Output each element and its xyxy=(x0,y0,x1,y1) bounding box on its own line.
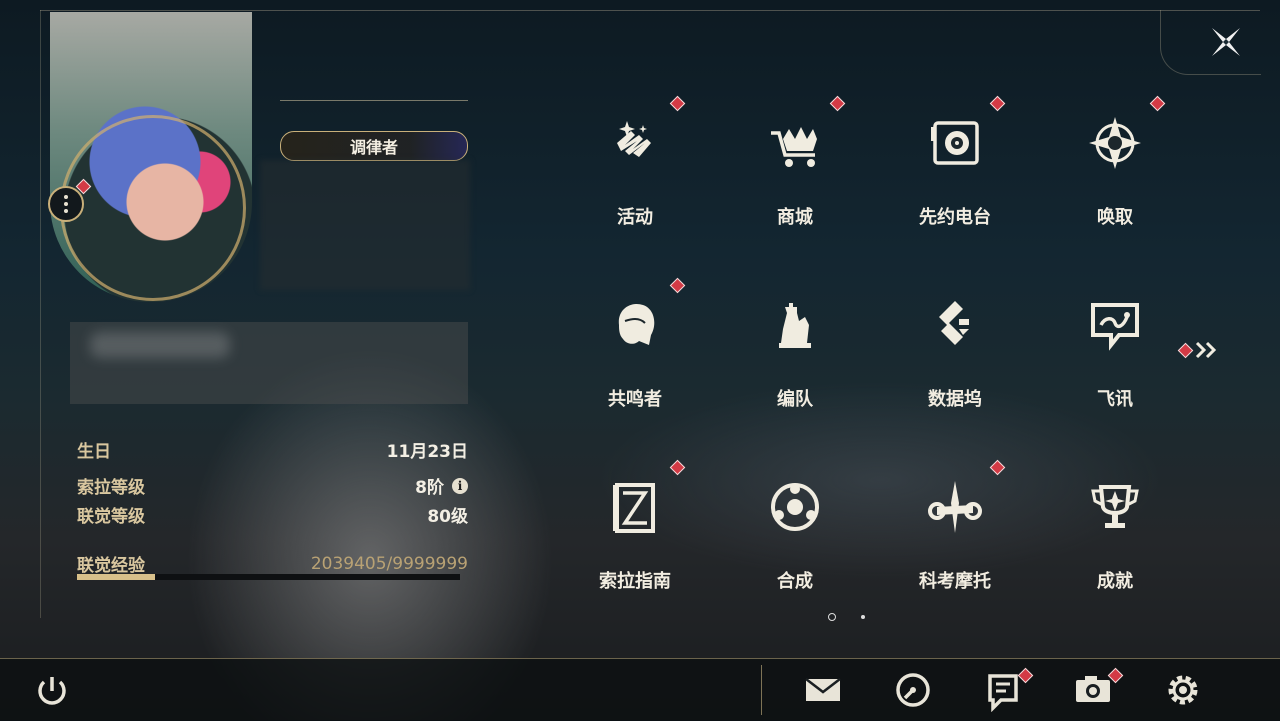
hidden-name-area xyxy=(260,160,470,290)
stat-value: 2039405/9999999 xyxy=(310,553,468,574)
settings-gear-icon xyxy=(1168,675,1198,705)
menu-label: 数据坞 xyxy=(928,389,982,410)
mail-button[interactable] xyxy=(801,668,845,712)
menu-item-message[interactable]: 飞讯 xyxy=(1035,277,1195,459)
menu-item-achievement[interactable]: 成就 xyxy=(1035,459,1195,641)
stat-label: 生日 xyxy=(77,442,111,462)
radio-icon xyxy=(931,121,979,165)
page-indicator-active[interactable] xyxy=(828,613,836,621)
menu-label: 科考摩托 xyxy=(919,571,991,592)
stat-value: 8阶 xyxy=(415,478,444,498)
role-label: 调律者 xyxy=(349,138,398,157)
power-button[interactable] xyxy=(30,669,74,713)
menu-item-resonator[interactable]: 共鸣者 xyxy=(555,277,715,459)
stat-union-level: 联觉等级 80级 xyxy=(77,502,468,527)
badge-dot xyxy=(989,459,1006,476)
role-badge: 调律者 xyxy=(280,131,468,161)
menu-item-convene[interactable]: 唤取 xyxy=(1035,95,1195,277)
stat-value-wrap: 8阶 i xyxy=(415,473,468,498)
events-clock-button[interactable] xyxy=(891,668,935,712)
next-page-button[interactable] xyxy=(1177,340,1221,360)
notice-button[interactable] xyxy=(981,667,1034,713)
menu-label: 共鸣者 xyxy=(608,389,662,410)
frame-left-line xyxy=(40,10,41,618)
exp-progress-bar xyxy=(77,574,460,580)
message-icon xyxy=(1091,303,1139,351)
stat-sol-rank: 索拉等级 8阶 i xyxy=(77,473,468,498)
event-icon xyxy=(617,121,651,157)
clock-icon xyxy=(896,673,930,707)
menu-grid: 活动 商城 先约电台 唤取 共鸣者 编队 数据坞 飞讯 索拉指南 合成 科考摩托… xyxy=(555,95,1195,641)
badge-dot xyxy=(1177,342,1194,358)
close-button[interactable] xyxy=(1206,22,1246,62)
frame-top-line xyxy=(40,10,1260,11)
camera-button[interactable] xyxy=(1071,667,1124,712)
resonator-icon xyxy=(618,303,655,345)
motorcycle-icon xyxy=(928,481,982,533)
shop-crown-icon xyxy=(771,127,817,167)
menu-item-data-dock[interactable]: 数据坞 xyxy=(875,277,1035,459)
synthesis-icon xyxy=(771,483,819,531)
convene-star-icon xyxy=(1089,117,1141,169)
menu-label: 先约电台 xyxy=(919,207,991,228)
menu-item-motorcycle[interactable]: 科考摩托 xyxy=(875,459,1035,641)
badge-dot xyxy=(989,95,1006,112)
double-chevron-right-icon xyxy=(1195,341,1217,359)
menu-item-radio[interactable]: 先约电台 xyxy=(875,95,1035,277)
badge-dot xyxy=(829,95,846,112)
menu-label: 索拉指南 xyxy=(599,571,671,592)
chess-team-icon xyxy=(779,303,811,348)
stat-birthday: 生日 11月23日 xyxy=(77,437,468,462)
data-dock-icon xyxy=(939,301,969,345)
page-indicator[interactable] xyxy=(861,615,865,619)
menu-item-event[interactable]: 活动 xyxy=(555,95,715,277)
badge-dot xyxy=(669,95,686,112)
stat-union-exp: 联觉经验 2039405/9999999 xyxy=(77,551,468,577)
exp-progress-fill xyxy=(77,574,156,580)
stat-value: 11月23日 xyxy=(386,442,468,462)
badge-dot xyxy=(1149,95,1166,112)
menu-item-guide[interactable]: 索拉指南 xyxy=(555,459,715,641)
menu-label: 合成 xyxy=(777,571,813,592)
menu-label: 编队 xyxy=(777,389,813,410)
menu-item-team[interactable]: 编队 xyxy=(715,277,875,459)
menu-label: 成就 xyxy=(1097,571,1133,592)
badge-dot xyxy=(669,459,686,476)
menu-item-synthesis[interactable]: 合成 xyxy=(715,459,875,641)
menu-label: 活动 xyxy=(617,207,653,228)
guide-book-icon xyxy=(613,483,655,533)
stat-label: 索拉等级 xyxy=(77,478,145,498)
stat-value: 80级 xyxy=(427,507,468,527)
badge-dot xyxy=(669,277,686,294)
menu-label: 商城 xyxy=(777,207,813,228)
trophy-icon xyxy=(1091,485,1139,528)
close-icon xyxy=(1212,28,1240,56)
power-icon xyxy=(38,677,66,705)
more-options-button[interactable] xyxy=(48,186,84,222)
mail-icon xyxy=(805,678,841,701)
menu-label: 唤取 xyxy=(1097,207,1133,228)
stat-label: 联觉经验 xyxy=(77,556,145,576)
menu-item-shop[interactable]: 商城 xyxy=(715,95,875,277)
signature-text-blur xyxy=(90,332,230,358)
menu-label: 飞讯 xyxy=(1097,389,1133,410)
bottom-separator xyxy=(761,665,762,715)
info-icon[interactable]: i xyxy=(452,477,468,494)
stat-label: 联觉等级 xyxy=(77,507,145,527)
settings-button[interactable] xyxy=(1161,668,1205,712)
name-divider xyxy=(280,100,468,101)
avatar-ring xyxy=(60,115,246,301)
